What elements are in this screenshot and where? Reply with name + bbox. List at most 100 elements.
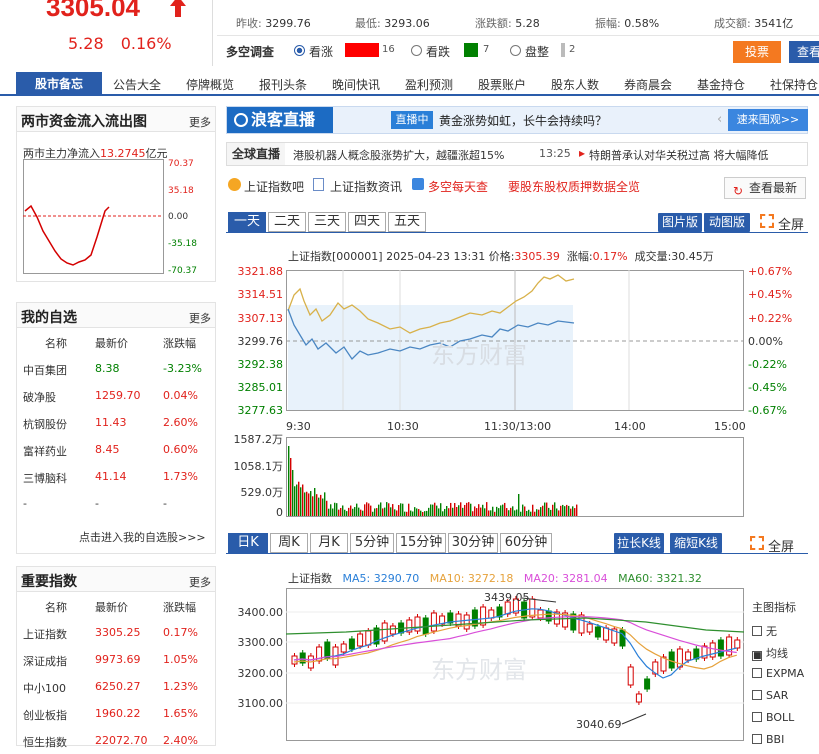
- nav-item[interactable]: 盈利预测: [405, 76, 453, 93]
- indicator-sar[interactable]: SAR: [752, 689, 788, 702]
- tab-30min[interactable]: 30分钟: [448, 533, 498, 553]
- link-news[interactable]: 上证指数资讯: [330, 178, 402, 195]
- flat-label: 盘整: [525, 45, 550, 59]
- watchlist-more-link[interactable]: 更多: [189, 310, 211, 326]
- user-icon: [228, 178, 241, 191]
- candle-body: [627, 666, 634, 686]
- link-pledge[interactable]: 要股东股权质押数据全览: [508, 178, 640, 195]
- tab-week-k[interactable]: 周K: [270, 533, 308, 553]
- nav-item[interactable]: 股东人数: [551, 76, 599, 93]
- watchlist-enter-link[interactable]: 点击进入我的自选股>>>: [79, 529, 206, 545]
- refresh-button[interactable]: ↻ 查看最新: [724, 177, 806, 199]
- watchlist-header: 名称 最新价 涨跌幅: [45, 337, 196, 350]
- fullscreen-icon[interactable]: [760, 214, 774, 228]
- nav-item[interactable]: 券商晨会: [624, 76, 672, 93]
- tab-month-k[interactable]: 月K: [310, 533, 348, 553]
- intraday-vol: 30.45万: [671, 250, 714, 263]
- watchlist-row[interactable]: 破净股 1259.70 0.04%: [17, 382, 215, 409]
- tab-3day[interactable]: 三天: [308, 212, 346, 232]
- volume-bar: [538, 509, 540, 516]
- watchlist-row[interactable]: 杭钢股份 11.43 2.60%: [17, 409, 215, 436]
- volume-bar: [502, 504, 504, 516]
- bear-radio[interactable]: [411, 45, 422, 56]
- indicator-bbi[interactable]: BBI: [752, 733, 784, 746]
- live-headline[interactable]: 黄金涨势如虹，长牛会持续吗？: [439, 112, 607, 129]
- volume-bar: [316, 494, 318, 516]
- kline-fullscreen-label[interactable]: 全屏: [768, 536, 794, 555]
- nav-memo[interactable]: 股市备忘: [16, 72, 102, 96]
- live-banner[interactable]: 浪客直播 直播中 黄金涨势如虹，长牛会持续吗？ ‹ 速来围观>>: [226, 106, 808, 134]
- watchlist-row[interactable]: 中百集团 8.38 -3.23%: [17, 355, 215, 382]
- volume-bar: [440, 503, 442, 516]
- nav-item[interactable]: 股票账户: [478, 76, 526, 93]
- vote-button[interactable]: 投票: [733, 41, 781, 63]
- volume-bar: [392, 504, 394, 516]
- index-row[interactable]: 创业板指 1960.22 1.65%: [17, 700, 215, 727]
- fullscreen-label[interactable]: 全屏: [778, 214, 804, 233]
- longer-k-button[interactable]: 拉长K线: [614, 533, 664, 553]
- watchlist-row[interactable]: 富祥药业 8.45 0.60%: [17, 436, 215, 463]
- link-daily-poll[interactable]: 多空每天查: [428, 178, 488, 195]
- kline-fullscreen-icon[interactable]: [750, 536, 764, 550]
- pct-axis-label: -0.67%: [748, 404, 787, 417]
- shorter-k-button[interactable]: 缩短K线: [670, 533, 722, 553]
- tab-2day[interactable]: 二天: [268, 212, 306, 232]
- animated-mode-button[interactable]: 动图版: [704, 213, 750, 232]
- view-button[interactable]: 查看: [789, 41, 819, 63]
- link-forum[interactable]: 上证指数吧: [244, 178, 304, 195]
- indicator-ma[interactable]: ■ 均线: [752, 645, 788, 661]
- indicator-none[interactable]: 无: [752, 623, 777, 639]
- nav-item[interactable]: 基金持仓: [697, 76, 745, 93]
- fund-flow-more-link[interactable]: 更多: [189, 114, 211, 130]
- volume-bar: [526, 510, 528, 516]
- tab-5day[interactable]: 五天: [388, 212, 426, 232]
- volume-bar: [504, 502, 506, 516]
- picture-mode-button[interactable]: 图片版: [658, 213, 702, 232]
- tab-15min[interactable]: 15分钟: [396, 533, 446, 553]
- tab-5min[interactable]: 5分钟: [350, 533, 394, 553]
- volume-bar: [340, 507, 342, 516]
- volume-bar: [358, 507, 360, 516]
- candle-body: [340, 643, 347, 653]
- ticker-item[interactable]: 特朗普承认对华关税过高 将大幅降低: [589, 147, 769, 163]
- change-percent: 0.16%: [120, 34, 172, 53]
- nav-item[interactable]: 公告大全: [113, 76, 161, 93]
- index-row[interactable]: 上证指数 3305.25 0.17%: [17, 619, 215, 646]
- index-row[interactable]: 深证成指 9973.69 1.05%: [17, 646, 215, 673]
- index-more-link[interactable]: 更多: [189, 574, 211, 590]
- nav-item[interactable]: 晚间快讯: [332, 76, 380, 93]
- volume-bar: [448, 508, 450, 516]
- volume-bar: [318, 497, 320, 516]
- nav-item[interactable]: 报刊头条: [259, 76, 307, 93]
- index-row[interactable]: 中小100 6250.27 1.23%: [17, 673, 215, 700]
- volume-bar: [560, 505, 562, 516]
- header-divider: [212, 0, 213, 66]
- volume-bar: [310, 491, 312, 516]
- volume-bar: [402, 503, 404, 516]
- watch-live-button[interactable]: 速来围观>>: [728, 109, 808, 131]
- nav-item[interactable]: 停牌概览: [186, 76, 234, 93]
- candle-body: [348, 638, 355, 650]
- volume-bar: [456, 507, 458, 516]
- volume-bar: [516, 509, 518, 516]
- tab-60min[interactable]: 60分钟: [500, 533, 552, 553]
- volume-bar: [372, 511, 374, 516]
- ticker-item[interactable]: 港股机器人概念股涨势扩大，越疆涨超15%: [293, 147, 504, 163]
- indicator-expma[interactable]: EXPMA: [752, 667, 804, 680]
- tab-4day[interactable]: 四天: [348, 212, 386, 232]
- volume-bar: [332, 508, 334, 516]
- volume-bar: [480, 507, 482, 516]
- flat-radio[interactable]: [510, 45, 521, 56]
- volume-bar: [434, 502, 436, 516]
- bull-radio[interactable]: [294, 45, 305, 56]
- tab-1day[interactable]: 一天: [228, 212, 266, 232]
- nav-item[interactable]: 社保持仓: [770, 76, 818, 93]
- watchlist-row[interactable]: ---: [17, 490, 215, 517]
- arrow-left-icon[interactable]: ‹: [717, 112, 722, 127]
- tab-day-k[interactable]: 日K: [228, 533, 268, 553]
- price-axis-label: 3321.88: [237, 265, 284, 278]
- pct-axis-label: +0.22%: [748, 312, 793, 325]
- volume-bar: [498, 508, 500, 516]
- watchlist-row[interactable]: 三博脑科 41.14 1.73%: [17, 463, 215, 490]
- indicator-boll[interactable]: BOLL: [752, 711, 794, 724]
